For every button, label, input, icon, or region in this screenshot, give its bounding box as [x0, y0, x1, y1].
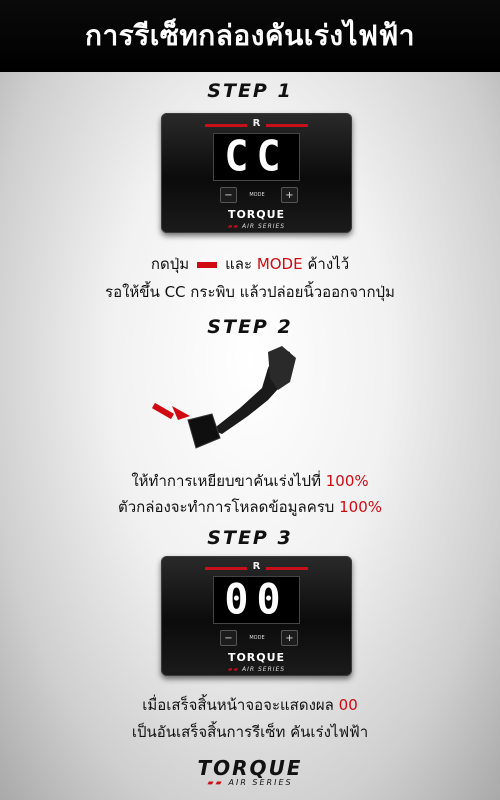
device-logo: R: [252, 118, 261, 129]
footer-brand: TORQUE: [197, 756, 303, 780]
footer-series: ▰▰ AIR SERIES: [207, 778, 293, 787]
minus-button: −: [220, 187, 237, 203]
screen-display-text: 00: [224, 575, 289, 625]
device-series: ▰▰ AIR SERIES: [227, 666, 286, 673]
device-series: ▰▰ AIR SERIES: [227, 223, 286, 230]
device-logo: R: [252, 561, 261, 572]
device-screen: 00: [213, 576, 300, 624]
page-title: การรีเซ็ทกล่องคันเร่งไฟฟ้า: [85, 19, 415, 52]
screen-display-text: CC: [224, 132, 289, 182]
accelerator-pedal-icon: [151, 346, 296, 449]
minus-symbol-icon: [197, 261, 218, 268]
step-2-instruction-1: ให้ทำการเหยียบขาคันเร่งไปที่ 100%: [131, 472, 369, 490]
mode-button: MODE: [249, 635, 265, 641]
step-2-title: STEP 2: [207, 316, 293, 338]
plus-button: +: [281, 187, 298, 203]
device-brand: TORQUE: [227, 208, 286, 221]
header-banner: การรีเซ็ทกล่องคันเร่งไฟฟ้า: [0, 0, 500, 72]
device-brand: TORQUE: [227, 651, 286, 664]
plus-button: +: [281, 630, 298, 646]
step-3-instruction-1: เมื่อเสร็จสิ้นหน้าจอจะแสดงผล 00: [142, 696, 358, 714]
controller-device-step-1: R CC − MODE + TORQUE ▰▰ AIR SERIES: [161, 113, 352, 233]
minus-button: −: [220, 630, 237, 646]
mode-button: MODE: [249, 192, 265, 198]
step-3-instruction-2: เป็นอันเสร็จสิ้นการรีเซ็ท คันเร่งไฟฟ้า: [131, 723, 369, 741]
red-arrow-icon: [151, 402, 190, 420]
step-2-instruction-2: ตัวกล่องจะทำการโหลดข้อมูลครบ 100%: [118, 498, 382, 516]
step-3-title: STEP 3: [207, 527, 293, 549]
step-1-instruction-1: กดปุ่ม และ MODE ค้างไว้: [150, 255, 350, 273]
page: การรีเซ็ทกล่องคันเร่งไฟฟ้า STEP 1 R CC −…: [0, 0, 500, 800]
controller-device-step-3: R 00 − MODE + TORQUE ▰▰ AIR SERIES: [161, 556, 352, 676]
device-screen: CC: [213, 133, 300, 181]
footer-logo: TORQUE ▰▰ AIR SERIES: [0, 756, 500, 787]
step-1-title: STEP 1: [207, 80, 293, 102]
step-1-instruction-2: รอให้ขึ้น CC กระพิบ แล้วปล่อยนิ้วออกจากป…: [105, 283, 395, 301]
